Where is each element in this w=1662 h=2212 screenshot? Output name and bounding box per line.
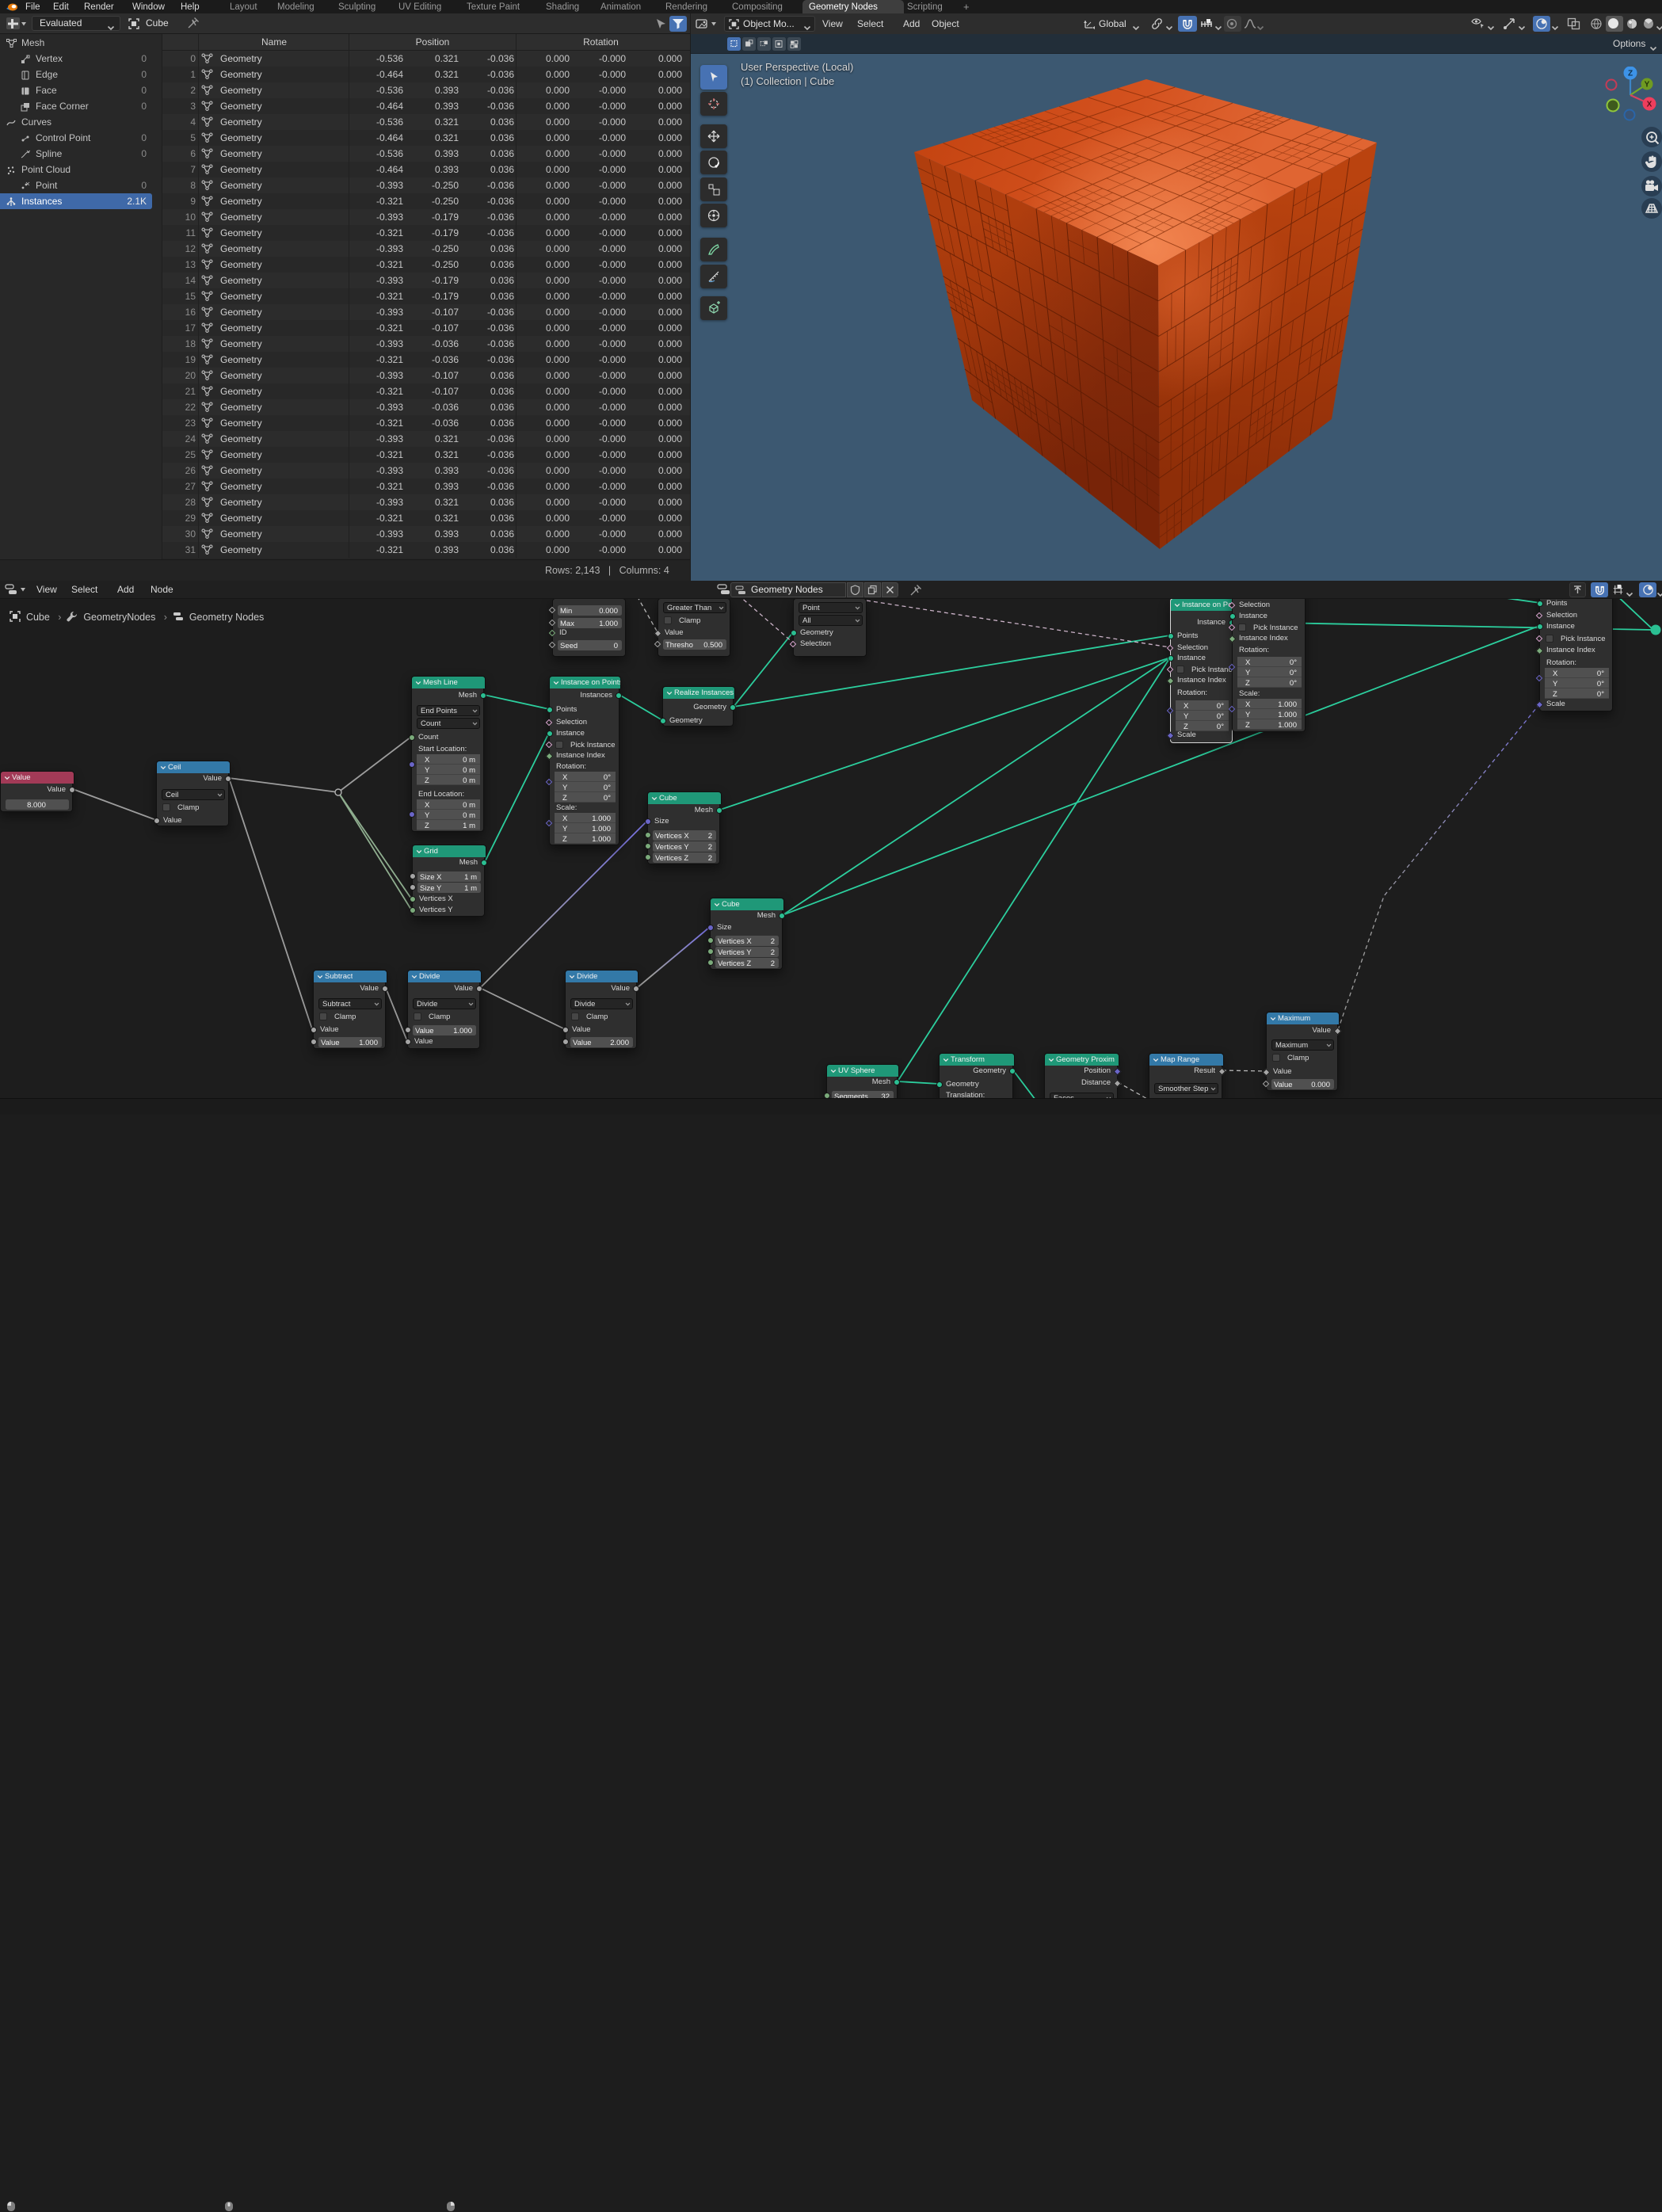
svg-text:Z: Z <box>1628 70 1633 78</box>
svg-text:Y: Y <box>1645 81 1650 90</box>
svg-text:X: X <box>1647 101 1652 109</box>
